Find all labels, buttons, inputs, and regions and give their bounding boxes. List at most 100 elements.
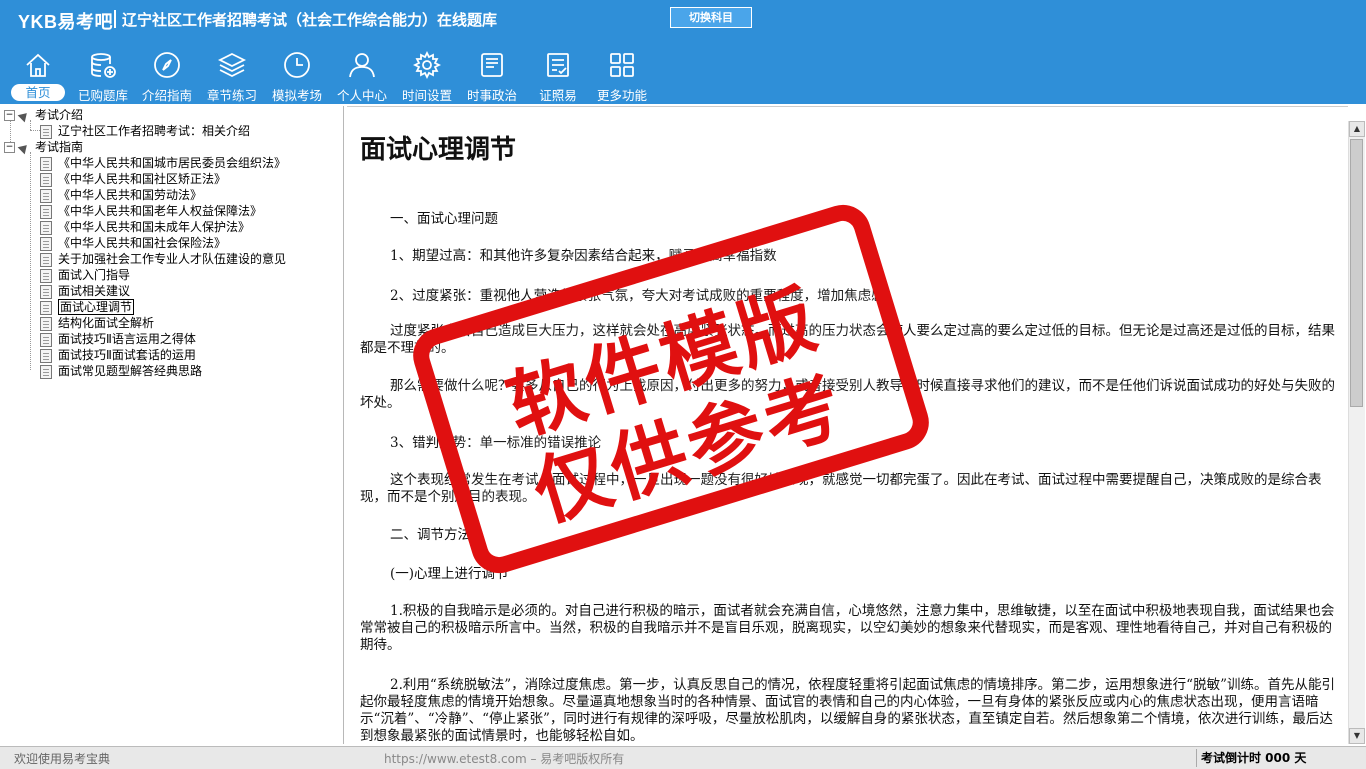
nav-label: 已购题库	[77, 88, 128, 103]
tree-item-label: 面试技巧Ⅱ语言运用之得体	[58, 332, 196, 346]
title-separator	[114, 10, 116, 28]
collapse-toggle-icon[interactable]: −	[4, 142, 15, 153]
nav-label: 更多功能	[596, 88, 647, 103]
tree-item[interactable]: 《中华人民共和国社会保险法》	[40, 235, 226, 251]
app-title: 辽宁社区工作者招聘考试（社会工作综合能力）在线题库	[122, 11, 498, 29]
tree-item[interactable]: 面试入门指导	[40, 267, 130, 283]
nav-more[interactable]: 更多功能	[591, 48, 653, 104]
document-icon	[40, 348, 52, 363]
status-copyright: https://www.etest8.com – 易考吧版权所有	[384, 752, 625, 766]
checklist-icon	[547, 53, 569, 77]
tree-item-label: 《中华人民共和国劳动法》	[58, 188, 203, 202]
app-logo: YKB易考吧	[18, 12, 114, 32]
scroll-down-arrow-icon[interactable]: ▼	[1349, 728, 1365, 744]
tree-group-exam-intro[interactable]: − 考试介绍	[4, 107, 83, 123]
tree-item-label: 《中华人民共和国老年人权益保障法》	[58, 204, 263, 218]
nav-mock-exam[interactable]: 模拟考场	[266, 48, 328, 104]
tree-item[interactable]: 面试常见题型解答经典思路	[40, 363, 202, 379]
tree-item-label: 面试入门指导	[58, 268, 131, 282]
document-icon	[40, 236, 52, 251]
grid-icon	[610, 53, 634, 77]
tree-item-label: 《中华人民共和国城市居民委员会组织法》	[58, 156, 287, 170]
nav-home[interactable]: 首页	[7, 48, 69, 104]
nav-label: 个人中心	[336, 88, 387, 103]
user-icon	[349, 53, 375, 78]
nav-certificate[interactable]: 证照易	[527, 48, 589, 104]
document-icon	[40, 124, 52, 139]
compass-icon	[154, 52, 180, 78]
tree-item-label: 结构化面试全解析	[58, 316, 155, 330]
scroll-thumb[interactable]	[1350, 139, 1363, 407]
tree-item[interactable]: 面试技巧Ⅱ语言运用之得体	[40, 331, 196, 347]
document-icon	[40, 172, 52, 187]
tree-group-exam-guide[interactable]: − 考试指南	[4, 139, 83, 155]
nav-label: 时间设置	[401, 88, 452, 103]
document-icon	[40, 268, 52, 283]
tree-item[interactable]: 《中华人民共和国社区矫正法》	[40, 171, 226, 187]
document-icon	[40, 220, 52, 235]
layers-icon	[217, 52, 247, 78]
article-title: 面试心理调节	[360, 135, 517, 165]
tree-item-label: 关于加强社会工作专业人才队伍建设的意见	[58, 252, 287, 266]
nav-personal[interactable]: 个人中心	[331, 48, 393, 104]
clock-icon	[284, 52, 310, 78]
tree-item[interactable]: 《中华人民共和国未成年人保护法》	[40, 219, 250, 235]
nav-guide[interactable]: 介绍指南	[136, 48, 198, 104]
nav-label: 模拟考场	[271, 88, 322, 103]
collapse-toggle-icon[interactable]: −	[4, 110, 15, 121]
status-bar: 欢迎使用易考宝典 https://www.etest8.com – 易考吧版权所…	[0, 746, 1366, 769]
chapter-tree: − 考试介绍 辽宁社区工作者招聘考试：相关介绍 − 考试指南 《中华人民共和国城市居…	[0, 106, 344, 744]
nav-label: 章节练习	[206, 88, 257, 103]
tree-item-selected[interactable]: 面试心理调节	[40, 299, 135, 315]
nav-label: 证照易	[539, 88, 577, 103]
scroll-up-arrow-icon[interactable]: ▲	[1349, 121, 1365, 137]
main-nav: 首页 已购题库 介绍指南 章节练习 模拟考场 个人中心 时间设置 时事政治 证照…	[0, 48, 700, 104]
tree-item-label: 《中华人民共和国未成年人保护法》	[58, 220, 251, 234]
tree-item[interactable]: 面试相关建议	[40, 283, 130, 299]
tree-item[interactable]: 《中华人民共和国老年人权益保障法》	[40, 203, 262, 219]
document-icon	[40, 316, 52, 331]
nav-time-settings[interactable]: 时间设置	[396, 48, 458, 104]
tree-item[interactable]: 《中华人民共和国劳动法》	[40, 187, 202, 203]
tree-item-label: 《中华人民共和国社区矫正法》	[58, 172, 227, 186]
switch-subject-button[interactable]: 切换科目	[670, 7, 752, 28]
tree-connector	[30, 130, 40, 131]
tree-item[interactable]: 《中华人民共和国城市居民委员会组织法》	[40, 155, 286, 171]
document-icon	[40, 364, 52, 379]
document-icon	[40, 204, 52, 219]
app-header: YKB易考吧 辽宁社区工作者招聘考试（社会工作综合能力）在线题库 切换科目 首页…	[0, 0, 1366, 104]
nav-chapter[interactable]: 章节练习	[201, 48, 263, 104]
folder-icon	[17, 141, 31, 154]
tree-item[interactable]: 结构化面试全解析	[40, 315, 154, 331]
tree-connector	[30, 152, 31, 370]
tree-item-label: 面试常见题型解答经典思路	[58, 364, 203, 378]
nav-current-affairs[interactable]: 时事政治	[461, 48, 523, 104]
tree-item-label: 辽宁社区工作者招聘考试：相关介绍	[58, 124, 251, 138]
tree-item-label: 《中华人民共和国社会保险法》	[58, 236, 227, 250]
document-icon	[40, 156, 52, 171]
tree-group-label: 考试指南	[35, 140, 84, 154]
nav-label: 介绍指南	[141, 88, 192, 103]
document-icon	[40, 300, 52, 315]
article-paragraph: 2.利用“系统脱敏法”，消除过度焦虑。第一步，认真反思自己的情况，依程度轻重将引…	[360, 677, 1335, 744]
nav-label: 首页	[11, 84, 65, 101]
article-paragraph: 1.积极的自我暗示是必须的。对自己进行积极的暗示，面试者就会充满自信，心境悠然，…	[360, 603, 1335, 653]
document-icon	[40, 188, 52, 203]
tree-item-label: 面试相关建议	[58, 284, 131, 298]
book-icon	[481, 53, 503, 77]
nav-purchased[interactable]: 已购题库	[72, 48, 134, 104]
vertical-scrollbar[interactable]: ▲ ▼	[1348, 121, 1365, 744]
nav-label: 时事政治	[466, 88, 517, 103]
gear-icon	[412, 50, 442, 80]
document-icon	[40, 284, 52, 299]
tree-item-label: 面试技巧Ⅱ面试套话的运用	[58, 348, 196, 362]
document-icon	[40, 252, 52, 267]
home-icon	[26, 53, 50, 77]
tree-item-label: 面试心理调节	[58, 299, 135, 315]
tree-item[interactable]: 关于加强社会工作专业人才队伍建设的意见	[40, 251, 286, 267]
tree-item[interactable]: 辽宁社区工作者招聘考试：相关介绍	[40, 123, 250, 139]
exam-countdown: 考试倒计时 000 天	[1196, 749, 1366, 767]
database-icon	[91, 53, 116, 78]
tree-group-label: 考试介绍	[35, 108, 84, 122]
tree-item[interactable]: 面试技巧Ⅱ面试套话的运用	[40, 347, 196, 363]
